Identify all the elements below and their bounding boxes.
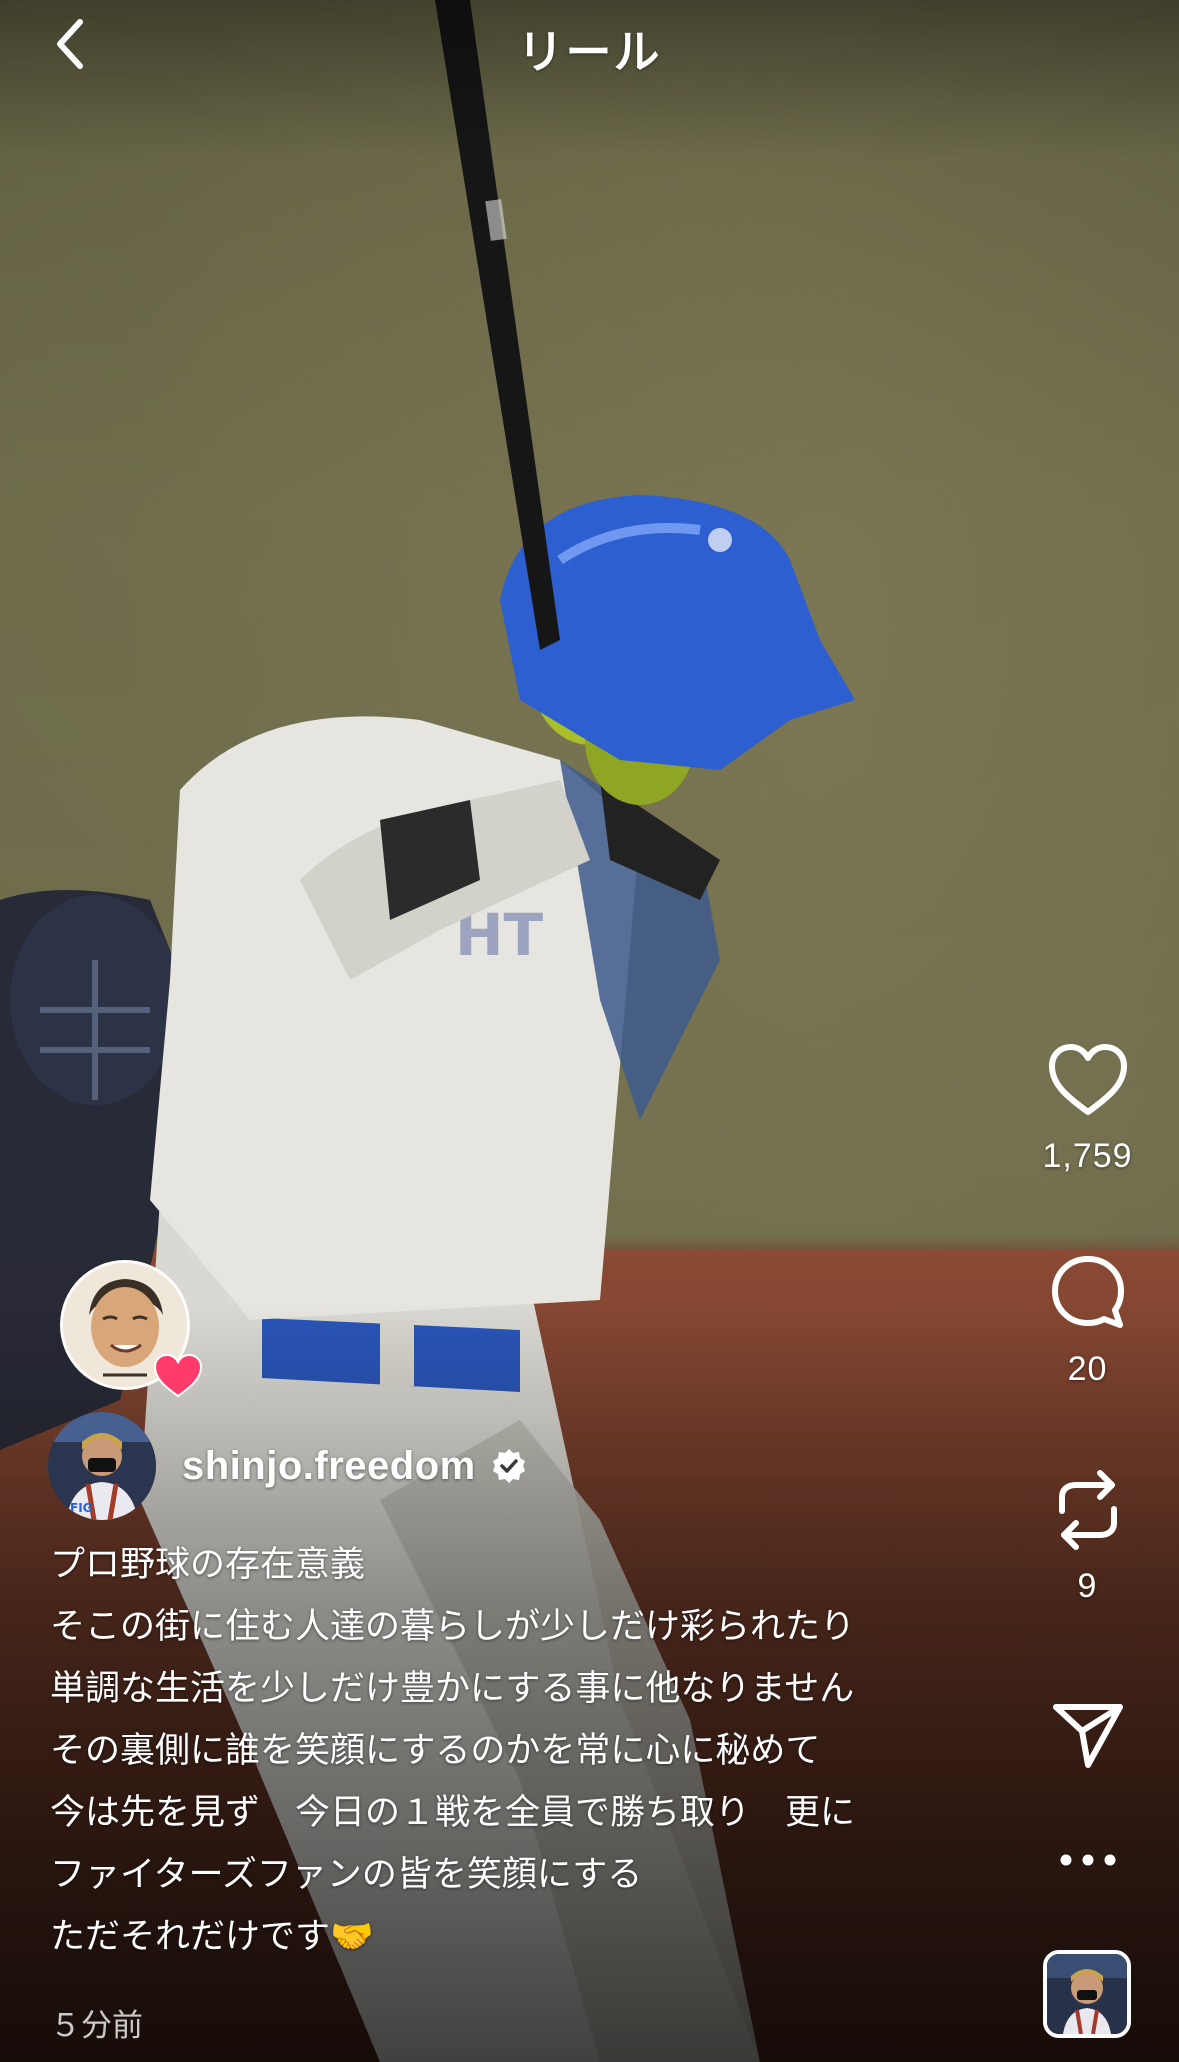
more-button[interactable] xyxy=(1043,1815,1133,1905)
repost-arrows-icon xyxy=(1058,1470,1117,1550)
comment-action: 20 xyxy=(1040,1248,1135,1389)
repost-button[interactable] xyxy=(1043,1465,1133,1555)
repost-count[interactable]: 9 xyxy=(1078,1567,1098,1606)
page-title: リール xyxy=(517,25,662,79)
author-avatar[interactable]: FIG xyxy=(48,1412,156,1520)
more-action xyxy=(1040,1815,1135,1905)
repost-action: 9 xyxy=(1040,1465,1135,1606)
verified-badge-icon xyxy=(492,1449,525,1483)
caption-line-3: 単調な生活を少しだけ豊かにする事に他なりません xyxy=(50,1669,855,1709)
comment-bubble-icon xyxy=(1051,1256,1124,1328)
post-timestamp: ５分前 xyxy=(50,2008,143,2044)
share-action xyxy=(1040,1690,1135,1780)
heart-icon xyxy=(153,1353,203,1398)
paper-plane-icon xyxy=(1052,1704,1123,1768)
more-horizontal-icon xyxy=(1060,1854,1115,1866)
caption-line-4: その裏側に誰を笑顔にするのかを常に心に秘めて xyxy=(50,1731,821,1771)
comment-button[interactable] xyxy=(1043,1248,1133,1338)
audio-thumbnail[interactable] xyxy=(1043,1950,1131,2038)
comment-count[interactable]: 20 xyxy=(1068,1350,1108,1389)
share-button[interactable] xyxy=(1043,1690,1133,1780)
caption-line-1: プロ野球の存在意義 xyxy=(50,1545,366,1585)
author-row: FIG shinjo.freedom xyxy=(48,1412,528,1520)
like-count[interactable]: 1,759 xyxy=(1042,1137,1132,1176)
caption-line-5: 今は先を見ず 今日の１戦を全員で勝ち取り 更に xyxy=(50,1793,856,1833)
caption-line-2: そこの街に住む人達の暮らしが少しだけ彩られたり xyxy=(50,1607,856,1647)
author-avatar-image: FIG xyxy=(48,1412,156,1520)
caption-line-7: ただそれだけです🤝 xyxy=(50,1917,374,1957)
svg-text:FIG: FIG xyxy=(70,1501,93,1515)
caption-line-6: ファイターズファンの皆を笑顔にする xyxy=(50,1855,643,1895)
author-username[interactable]: shinjo.freedom xyxy=(182,1444,476,1489)
handshake-icon: 🤝 xyxy=(330,1917,374,1957)
reel-header: リール xyxy=(0,0,1179,90)
heart-outline-icon xyxy=(1048,1044,1127,1115)
like-button[interactable] xyxy=(1043,1035,1133,1125)
like-action: 1,759 xyxy=(1040,1035,1135,1176)
caption[interactable]: プロ野球の存在意義 そこの街に住む人達の暮らしが少しだけ彩られたり 単調な生活を… xyxy=(50,1548,1010,1982)
audio-avatar-image xyxy=(1047,1954,1127,2034)
